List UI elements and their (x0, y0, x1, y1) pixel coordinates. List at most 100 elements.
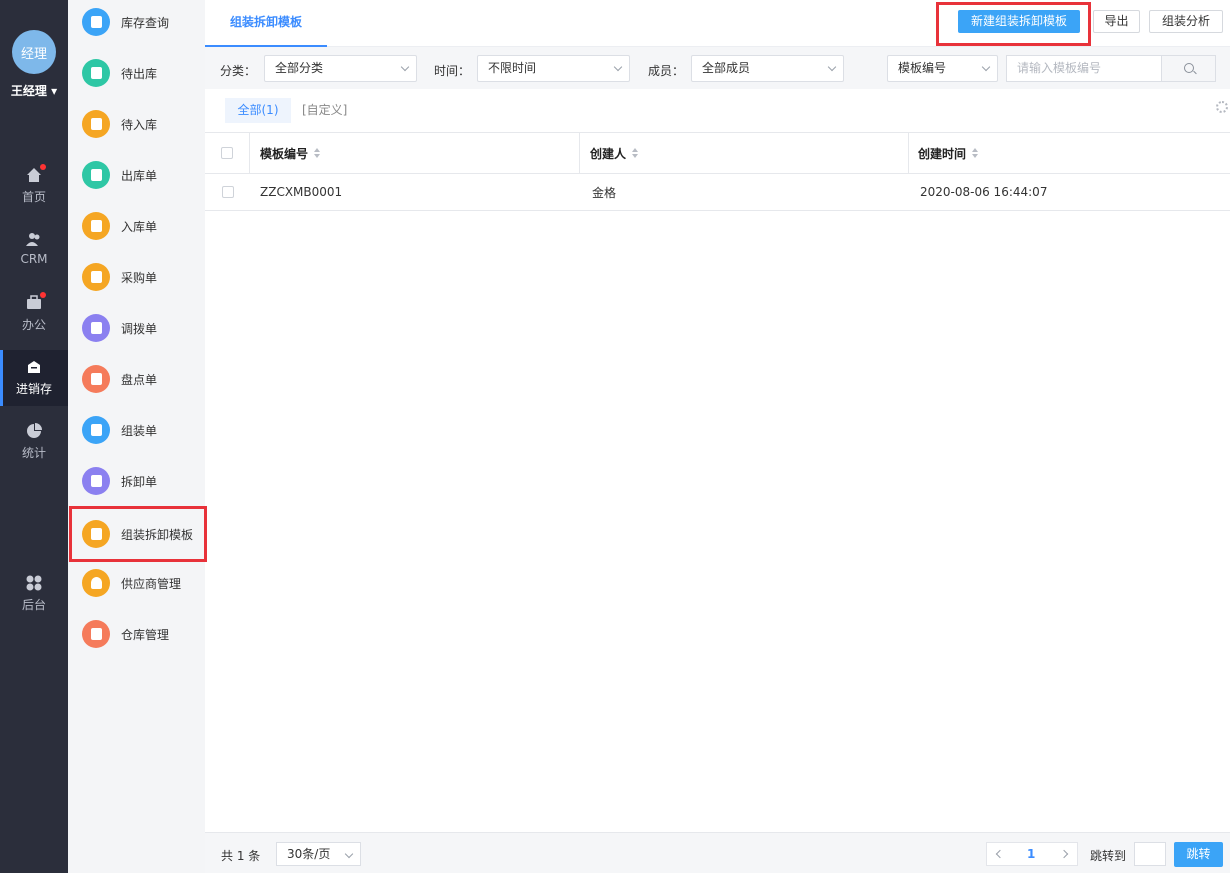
rail-item-label: 进销存 (15, 382, 52, 396)
jump-page-input[interactable] (1134, 842, 1166, 866)
cell-creator: 金格 (592, 185, 617, 200)
jump-button[interactable]: 跳转 (1174, 842, 1223, 867)
tab-bar: 组装拆卸模板 新建组装拆卸模板 导出 组装分析 (205, 0, 1230, 47)
row-checkbox[interactable] (221, 186, 234, 198)
member-value: 全部成员 (702, 61, 751, 75)
submenu-item-supplier[interactable]: 供应商管理 (68, 561, 205, 605)
cell-template-code: ZZCXMB0001 (260, 185, 343, 199)
home-icon (25, 164, 46, 184)
category-select[interactable]: 全部分类 (264, 55, 417, 82)
rail-item-crm[interactable]: CRM (0, 222, 68, 278)
person-icon (82, 569, 110, 597)
column-header-code[interactable]: 模板编号 (250, 133, 580, 173)
sort-icon[interactable] (972, 148, 979, 158)
submenu-item-purchase-order[interactable]: 采购单 (68, 255, 205, 299)
inventory-submenu: 库存查询 待出库 待入库 出库单 入库单 采购单 调拨单 盘点单 组装单 拆卸单… (68, 0, 207, 873)
clipboard-icon (82, 467, 110, 495)
avatar[interactable]: 经理 (12, 30, 56, 74)
clipboard-icon (82, 365, 110, 393)
current-page[interactable]: 1 (1027, 847, 1035, 861)
rail-item-label: 办公 (21, 318, 46, 332)
submenu-item-disassembly-order[interactable]: 拆卸单 (68, 459, 205, 503)
select-all-cell (205, 133, 250, 173)
submenu-item-stocktake-order[interactable]: 盘点单 (68, 357, 205, 401)
row-select-cell (205, 174, 250, 210)
chevron-down-icon (400, 62, 410, 72)
search-button[interactable] (1161, 55, 1216, 82)
clipboard-icon (82, 263, 110, 291)
sort-icon[interactable] (632, 148, 639, 158)
submenu-item-pending-out[interactable]: 待出库 (68, 51, 205, 95)
rail-item-label: 统计 (21, 446, 46, 460)
pie-chart-icon (25, 422, 43, 440)
page-size-select[interactable]: 30条/页 (276, 842, 361, 866)
main-nav-rail: 经理 王经理 ▾ 首页 CRM 办公 进销存 统计 后台 (0, 0, 68, 873)
user-name: 王经理 (10, 84, 47, 98)
rail-item-label: 后台 (21, 598, 46, 612)
submenu-item-outbound-order[interactable]: 出库单 (68, 153, 205, 197)
search-field-value: 模板编号 (898, 61, 947, 75)
inbound-order-icon (82, 212, 110, 240)
chevron-left-icon[interactable] (995, 849, 1005, 859)
filter-bar: 分类： 全部分类 时间： 不限时间 成员： 全部成员 模板编号 请输入模板编号 (205, 47, 1230, 89)
chevron-down-icon (981, 62, 991, 72)
rail-item-office[interactable]: 办公 (0, 286, 68, 342)
tab-assembly-template[interactable]: 组装拆卸模板 (205, 0, 327, 47)
rail-item-admin[interactable]: 后台 (0, 566, 68, 622)
category-value: 全部分类 (275, 61, 324, 75)
clipboard-icon (82, 314, 110, 342)
warehouse-icon (82, 8, 110, 36)
submenu-item-assembly-order[interactable]: 组装单 (68, 408, 205, 452)
submenu-item-pending-in[interactable]: 待入库 (68, 102, 205, 146)
sort-icon[interactable] (314, 148, 321, 158)
rail-item-stats[interactable]: 统计 (0, 414, 68, 470)
user-menu[interactable]: 王经理 ▾ (0, 82, 68, 99)
new-template-button[interactable]: 新建组装拆卸模板 (958, 10, 1080, 33)
rail-item-inventory[interactable]: 进销存 (0, 350, 68, 406)
submenu-item-stock-query[interactable]: 库存查询 (68, 0, 205, 44)
rail-item-home[interactable]: 首页 (0, 158, 68, 214)
chevron-down-icon (613, 62, 623, 72)
clipboard-icon (82, 416, 110, 444)
submenu-item-warehouse[interactable]: 仓库管理 (68, 612, 205, 656)
grid-icon (25, 574, 43, 592)
member-select[interactable]: 全部成员 (691, 55, 844, 82)
member-label: 成员： (648, 64, 685, 78)
view-tab-custom[interactable]: [自定义] (302, 98, 347, 123)
table-row[interactable]: ZZCXMB0001 金格 2020-08-06 16:44:07 (205, 174, 1230, 211)
briefcase-icon (25, 292, 46, 312)
submenu-item-inbound-order[interactable]: 入库单 (68, 204, 205, 248)
jump-label: 跳转到 (1090, 849, 1127, 863)
select-all-checkbox[interactable] (221, 147, 233, 159)
warehouse-icon (82, 620, 110, 648)
gear-icon[interactable] (1216, 101, 1228, 113)
chevron-down-icon (344, 849, 354, 859)
inbound-icon (82, 110, 110, 138)
time-value: 不限时间 (488, 61, 537, 75)
submenu-item-transfer-order[interactable]: 调拨单 (68, 306, 205, 350)
cell-created-at: 2020-08-06 16:44:07 (920, 185, 1048, 199)
category-label: 分类： (220, 64, 257, 78)
column-header-created-at[interactable]: 创建时间 (909, 133, 1230, 173)
main-content: 组装拆卸模板 新建组装拆卸模板 导出 组装分析 分类： 全部分类 时间： 不限时… (205, 0, 1230, 873)
chevron-right-icon[interactable] (1059, 849, 1069, 859)
inventory-icon (25, 358, 43, 376)
assembly-analysis-button[interactable]: 组装分析 (1149, 10, 1223, 33)
submenu-item-assembly-template[interactable]: 组装拆卸模板 (69, 506, 207, 562)
column-header-creator[interactable]: 创建人 (580, 133, 909, 173)
outbound-order-icon (82, 161, 110, 189)
time-select[interactable]: 不限时间 (477, 55, 630, 82)
pager: 1 (986, 842, 1078, 866)
pagination-bar: 共 1 条 30条/页 1 跳转到 跳转 (205, 832, 1230, 873)
chevron-down-icon (827, 62, 837, 72)
search-field-select[interactable]: 模板编号 (887, 55, 998, 82)
page-size-value: 30条/页 (287, 847, 331, 861)
time-label: 时间： (434, 64, 471, 78)
total-count: 共 1 条 (221, 849, 261, 863)
users-icon (25, 230, 43, 248)
clipboard-icon (82, 520, 110, 548)
search-input[interactable]: 请输入模板编号 (1006, 55, 1161, 82)
rail-item-label: 首页 (21, 190, 46, 204)
export-button[interactable]: 导出 (1093, 10, 1140, 33)
view-tab-all[interactable]: 全部(1) (225, 98, 291, 123)
